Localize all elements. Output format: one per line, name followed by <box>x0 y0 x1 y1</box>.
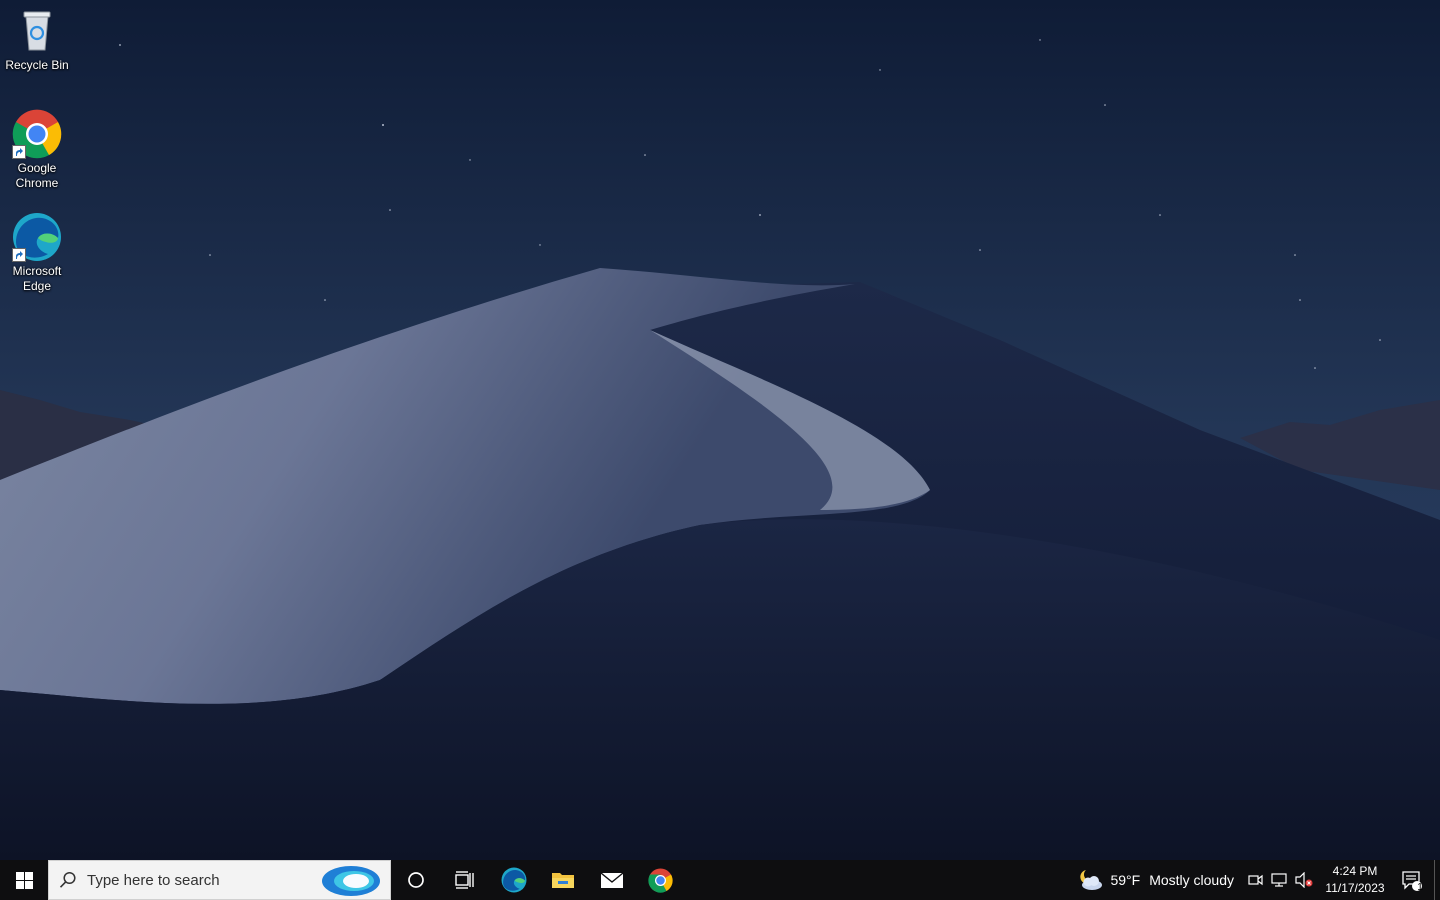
weather-widget[interactable]: 59°F Mostly cloudy <box>1072 860 1244 900</box>
mail-button[interactable] <box>587 860 636 900</box>
start-button[interactable] <box>0 860 48 900</box>
cortana-icon <box>407 872 424 888</box>
clock-date: 11/17/2023 <box>1325 881 1385 895</box>
task-view-button[interactable] <box>440 860 489 900</box>
volume-muted-icon[interactable] <box>1292 860 1316 900</box>
file-explorer-button[interactable] <box>538 860 587 900</box>
clock[interactable]: 4:24 PM 11/17/2023 <box>1320 860 1390 900</box>
taskbar: Type here to search 59°F Mostly cloudy 4… <box>0 860 1440 900</box>
show-desktop-button[interactable] <box>1434 860 1440 900</box>
search-placeholder: Type here to search <box>87 871 220 889</box>
bing-chat-icon[interactable] <box>320 864 382 898</box>
taskbar-chrome-button[interactable] <box>636 860 685 900</box>
weather-temperature: 59°F <box>1110 872 1141 888</box>
chrome-icon <box>12 109 62 159</box>
task-view-icon <box>454 871 474 889</box>
windows-logo-icon <box>15 871 33 889</box>
network-icon[interactable] <box>1268 860 1292 900</box>
weather-condition: Mostly cloudy <box>1149 872 1234 888</box>
shortcut-arrow-icon <box>12 248 26 262</box>
search-box[interactable]: Type here to search <box>48 860 391 900</box>
mail-icon <box>600 872 623 888</box>
desktop-icon-label: Microsoft Edge <box>12 264 62 293</box>
search-icon <box>49 871 87 889</box>
recycle-bin-icon <box>12 6 62 56</box>
cortana-button[interactable] <box>391 860 440 900</box>
notification-count-badge: 1 <box>1417 882 1423 893</box>
shortcut-arrow-icon <box>12 145 26 159</box>
desktop-wallpaper <box>0 0 1440 860</box>
meet-now-icon[interactable] <box>1244 860 1268 900</box>
system-tray: 59°F Mostly cloudy 4:24 PM 11/17/2023 1 <box>1072 860 1440 900</box>
action-center-button[interactable]: 1 <box>1390 869 1434 893</box>
edge-icon <box>12 212 62 262</box>
clock-time: 4:24 PM <box>1332 864 1378 878</box>
desktop-icon-label: Recycle Bin <box>5 58 69 72</box>
desktop-icon-recycle-bin[interactable]: Recycle Bin <box>2 6 72 73</box>
chrome-icon <box>648 868 673 893</box>
taskbar-edge-button[interactable] <box>489 860 538 900</box>
edge-icon <box>501 867 526 893</box>
desktop-icon-google-chrome[interactable]: Google Chrome <box>2 109 72 191</box>
folder-icon <box>551 873 574 888</box>
desktop-icon-microsoft-edge[interactable]: Microsoft Edge <box>2 212 72 294</box>
partly-cloudy-night-icon <box>1080 870 1103 890</box>
desktop-icon-label: Google Chrome <box>15 161 59 190</box>
